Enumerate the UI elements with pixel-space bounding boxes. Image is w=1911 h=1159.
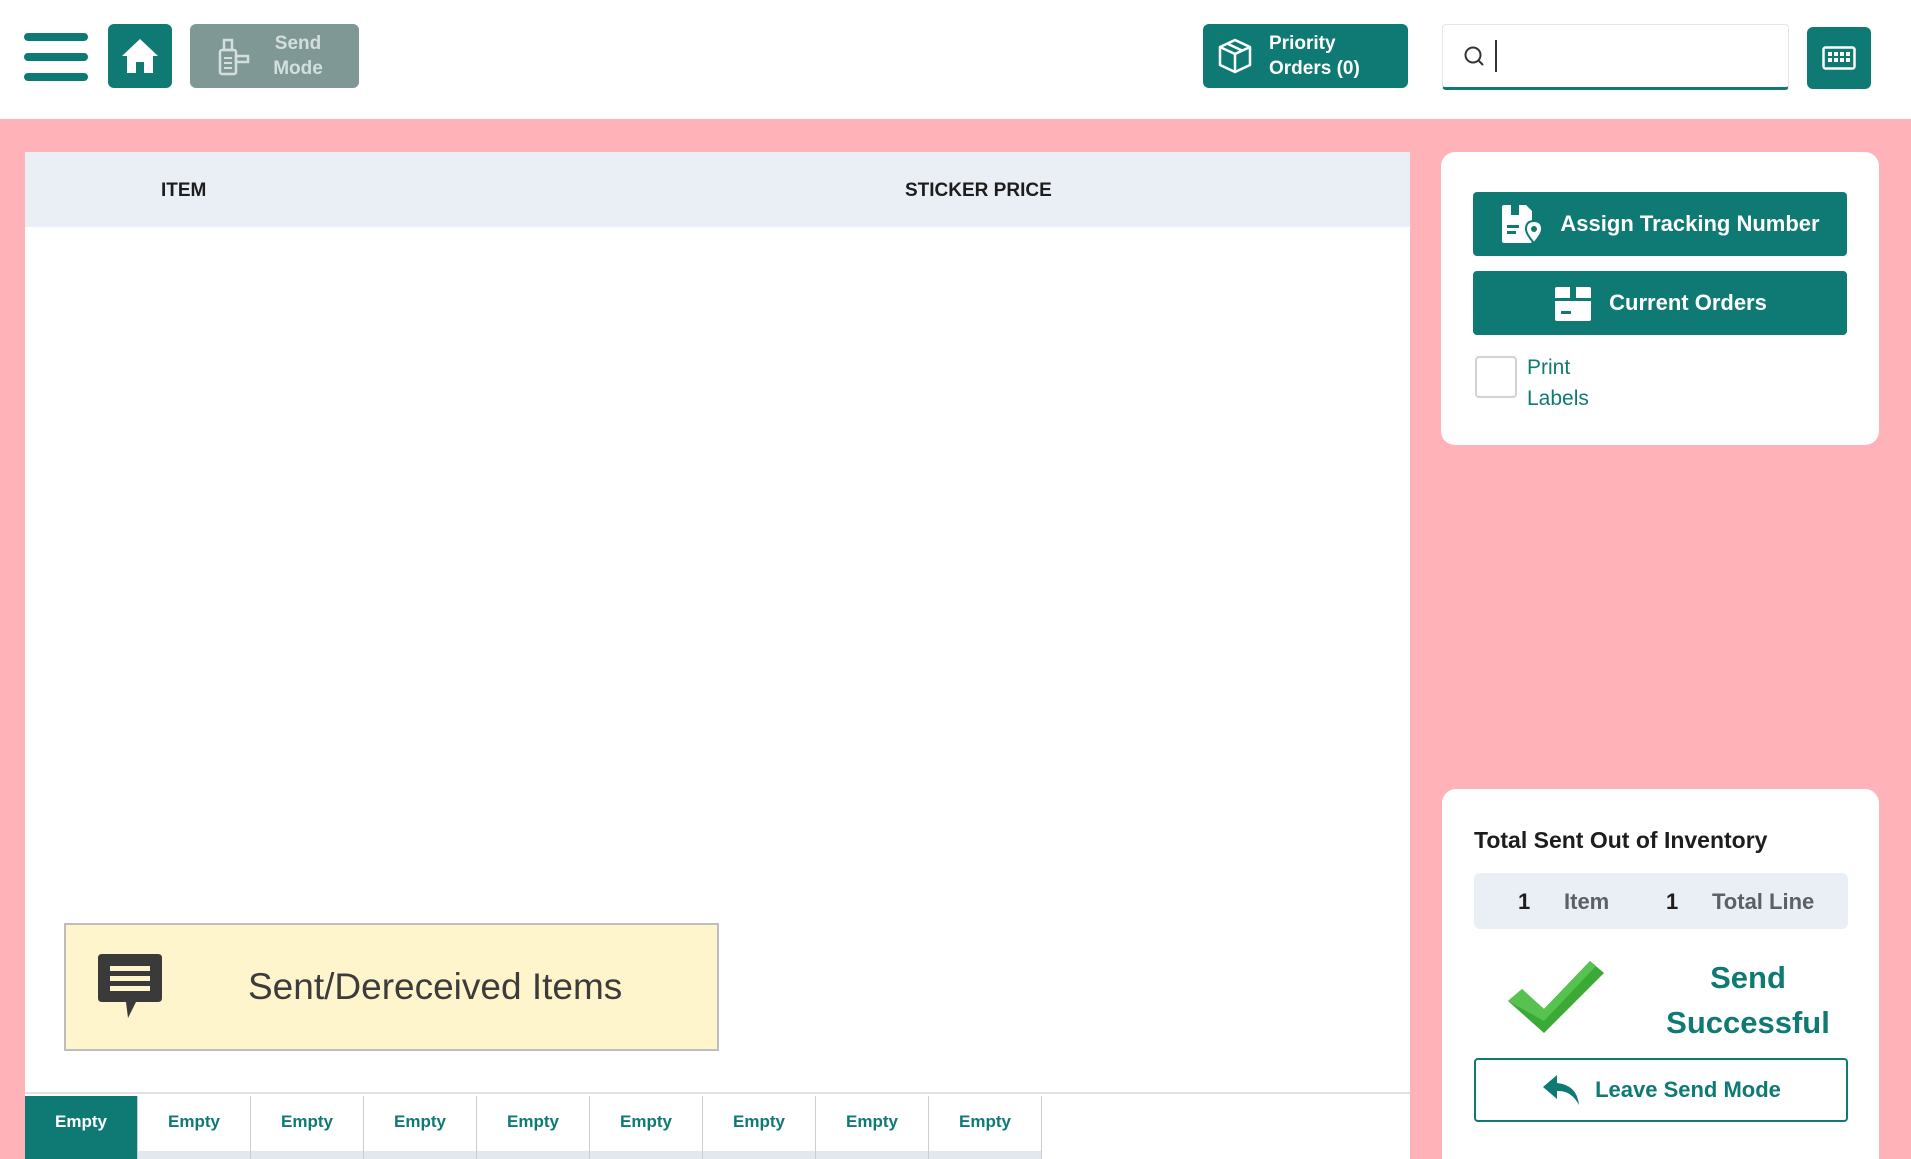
- print-labels-row: Print Labels: [1475, 352, 1607, 414]
- line-count: 1: [1666, 889, 1679, 914]
- summary-title: Total Sent Out of Inventory: [1474, 827, 1768, 853]
- box-icon: [1555, 287, 1592, 321]
- keyboard-icon: [1822, 46, 1856, 70]
- tab-9[interactable]: Empty: [929, 1096, 1042, 1159]
- summary-card: Total Sent Out of Inventory 1 Item 1 Tot…: [1442, 789, 1879, 1159]
- banner-text: Sent/Dereceived Items: [248, 966, 623, 1007]
- tab-2[interactable]: Empty: [138, 1096, 251, 1159]
- tab-8[interactable]: Empty: [816, 1096, 929, 1159]
- message-icon: [98, 954, 162, 1018]
- leave-send-mode-label: Leave Send Mode: [1595, 1077, 1781, 1102]
- actions-card: Assign Tracking Number Current Orders Pr…: [1441, 152, 1879, 445]
- column-header-item[interactable]: ITEM: [161, 180, 206, 202]
- items-table-panel: ITEM STICKER PRICE Sent/Dereceived Items…: [25, 152, 1410, 1159]
- checkmark-icon: [1508, 961, 1604, 1033]
- tabs-strip: Empty Empty Empty Empty Empty Empty Empt…: [25, 1092, 1410, 1159]
- tab-5[interactable]: Empty: [477, 1096, 590, 1159]
- current-orders-label: Current Orders: [1609, 290, 1767, 315]
- package-box-icon: [1218, 38, 1252, 74]
- priority-orders-button[interactable]: Priority Orders (0): [1203, 24, 1408, 88]
- line-count-label: Total Line: [1712, 889, 1815, 914]
- assign-tracking-label: Assign Tracking Number: [1560, 211, 1820, 236]
- scanner-icon: [218, 38, 250, 76]
- search-icon: [1464, 46, 1484, 66]
- search-box[interactable]: [1442, 24, 1789, 90]
- leave-send-mode-button[interactable]: Leave Send Mode: [1474, 1058, 1848, 1122]
- undo-arrow-icon: [1543, 1075, 1580, 1105]
- table-header: ITEM STICKER PRICE: [25, 152, 1410, 227]
- tab-4[interactable]: Empty: [364, 1096, 477, 1159]
- tab-1[interactable]: Empty: [25, 1096, 138, 1159]
- print-labels-label[interactable]: Print Labels: [1527, 352, 1607, 414]
- current-orders-button[interactable]: Current Orders: [1473, 271, 1847, 335]
- home-icon: [122, 39, 158, 73]
- send-status-text: Send Successful: [1666, 960, 1830, 1040]
- priority-orders-label: Priority Orders (0): [1269, 33, 1360, 79]
- column-header-sticker-price[interactable]: STICKER PRICE: [905, 180, 1052, 202]
- print-labels-checkbox[interactable]: [1475, 356, 1517, 398]
- tab-6[interactable]: Empty: [590, 1096, 703, 1159]
- tab-3[interactable]: Empty: [251, 1096, 364, 1159]
- top-bar: Send Mode Priority Orders (0): [0, 0, 1911, 119]
- item-count: 1: [1518, 889, 1531, 914]
- assign-tracking-number-button[interactable]: Assign Tracking Number: [1473, 192, 1847, 256]
- keyboard-button[interactable]: [1807, 27, 1871, 89]
- tab-7[interactable]: Empty: [703, 1096, 816, 1159]
- tracking-label-icon: [1502, 205, 1544, 245]
- home-button[interactable]: [108, 24, 172, 88]
- sent-dereceived-banner[interactable]: Sent/Dereceived Items: [64, 923, 719, 1051]
- send-mode-label: Send Mode: [273, 33, 323, 79]
- hamburger-menu-icon[interactable]: [24, 33, 88, 81]
- send-mode-button[interactable]: Send Mode: [190, 24, 359, 88]
- search-input[interactable]: [1495, 40, 1775, 72]
- item-count-label: Item: [1564, 889, 1610, 914]
- counts-bar: 1 Item 1 Total Line: [1474, 873, 1848, 929]
